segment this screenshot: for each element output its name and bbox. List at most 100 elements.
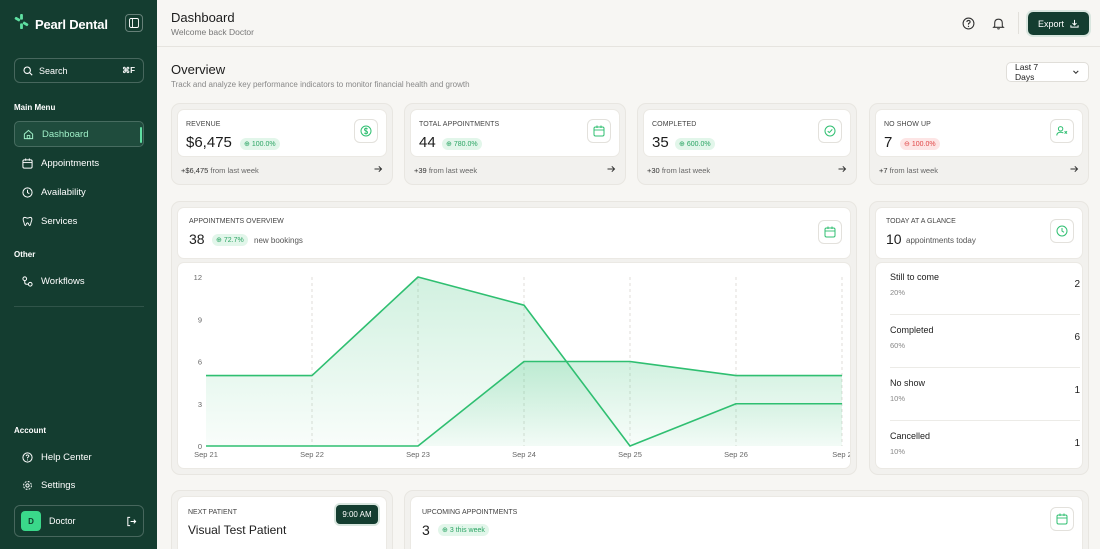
next-patient-inner: NEXT PATIENT Visual Test Patient 9:00 AM [177,496,387,549]
account-label: Account [14,426,46,435]
today-glance-card: TODAY AT A GLANCE 10 appointments today … [869,201,1089,475]
kpi-icon-button[interactable] [354,119,378,143]
check-circle-icon [824,125,836,137]
upcoming-badge-text: 3 this week [449,526,485,534]
clock-button[interactable] [1050,219,1074,243]
notifications-button[interactable] [990,15,1006,31]
calendar-button[interactable] [818,220,842,244]
arrow-up-icon: ⊕ [679,141,685,148]
kpi-card-revenue: REVENUE $6,475 ⊕ 100.0% +$6,475 from last… [171,103,393,185]
other-label: Other [14,250,36,259]
foot-value: +7 [879,166,888,175]
arrow-right-icon[interactable] [606,164,616,174]
glance-name: Completed [890,325,934,335]
change-value: 72.7% [223,236,244,244]
appointment-time-badge[interactable]: 9:00 AM [336,505,378,524]
list-item[interactable]: No show 10% 1 [890,369,1080,421]
glance-pct: 20% [890,288,906,297]
arrow-up-icon: ⊕ [216,237,222,244]
page-title: Dashboard [171,10,235,25]
logout-icon[interactable] [126,516,137,527]
sidebar-item-help-center[interactable]: Help Center [14,444,144,470]
home-icon [23,129,34,139]
list-item[interactable]: Completed 60% 6 [890,316,1080,368]
glance-header: TODAY AT A GLANCE 10 appointments today [875,207,1083,259]
kpi-value: $6,475 [186,134,232,151]
chart-header: APPOINTMENTS OVERVIEW 38 ⊕ 72.7% new book… [177,207,851,259]
arrow-right-icon[interactable] [1069,164,1079,174]
sidebar-item-label: Workflows [41,275,85,287]
x-tick-label: Sep 22 [300,450,324,459]
sidebar-item-availability[interactable]: Availability [14,179,144,205]
sidebar-item-services[interactable]: Services [14,208,144,234]
chart-area: 0 3 6 9 12 Sep 21 Sep 22 Sep 23 Sep 24 Sep 25 Sep … [177,262,851,469]
sidebar-item-label: Dashboard [42,128,89,140]
calendar-icon [824,226,836,238]
change-badge: ⊕ 600.0% [675,138,715,150]
upcoming-inner: UPCOMING APPOINTMENTS 3 ⊕ 3 this week [410,496,1083,549]
chart-card-value: 38 [189,231,205,247]
user-x-icon [1056,126,1068,136]
workflow-icon [22,275,33,287]
sidebar-item-workflows[interactable]: Workflows [14,268,144,294]
help-icon [962,17,974,29]
x-tick-label: Sep 26 [724,450,748,459]
chart-card-label: APPOINTMENTS OVERVIEW [189,218,284,225]
sidebar-item-appointments[interactable]: Appointments [14,150,144,176]
glance-list: Still to come 20% 2 Completed 60% 6 No s… [875,262,1083,469]
calendar-icon [22,157,33,169]
kpi-icon-button[interactable] [1050,119,1074,143]
arrow-right-icon[interactable] [373,164,383,174]
change-badge: ⊕ 100.0% [240,138,280,150]
page-subtitle: Welcome back Doctor [171,27,254,37]
kpi-value: 44 [419,134,436,151]
sidebar-item-label: Availability [41,186,86,198]
x-tick-label: Sep 24 [512,450,536,459]
sidebar-item-label: Help Center [41,451,92,463]
toolbar-divider [1018,12,1019,34]
sidebar-item-label: Settings [41,479,76,491]
glance-name: No show [890,378,926,388]
kpi-card-completed: COMPLETED 35 ⊕ 600.0% +30 from last week [637,103,857,185]
sidebar-collapse-button[interactable] [125,14,143,32]
user-name: Doctor [49,516,76,526]
export-button[interactable]: Export [1028,12,1089,35]
list-item[interactable]: Still to come 20% 2 [890,263,1080,315]
overview-subtitle: Track and analyze key performance indica… [171,80,470,89]
x-tick-label: Sep 23 [406,450,430,459]
next-patient-label: NEXT PATIENT [188,509,238,516]
bell-icon [991,18,1005,30]
sidebar: Pearl Dental Search ⌘F Main Menu Dashboa… [0,0,157,549]
y-tick-label: 3 [198,400,202,409]
user-card[interactable]: D Doctor [14,505,144,537]
help-button[interactable] [960,15,976,31]
glance-pct: 10% [890,447,906,456]
change-badge: ⊖ 100.0% [900,138,940,150]
kpi-icon-button[interactable] [818,119,842,143]
upcoming-label: UPCOMING APPOINTMENTS [422,509,518,516]
kpi-card-total-appointments: TOTAL APPOINTMENTS 44 ⊕ 780.0% +39 from l… [404,103,626,185]
kpi-value: 35 [652,134,669,151]
kpi-icon-button[interactable] [587,119,611,143]
upcoming-appointments-card: UPCOMING APPOINTMENTS 3 ⊕ 3 this week [404,490,1089,549]
search-box[interactable]: Search ⌘F [14,58,144,83]
sidebar-item-settings[interactable]: Settings [14,472,144,498]
change-value: 100.0% [251,140,276,148]
arrow-right-icon[interactable] [837,164,847,174]
x-tick-label: Sep 25 [618,450,642,459]
glance-count: 6 [1074,332,1080,343]
glance-count: 2 [1074,279,1080,290]
date-range-select[interactable]: Last 7 Days [1006,62,1089,82]
panel-icon [129,18,139,28]
y-tick-label: 6 [198,358,202,367]
glance-value: 10 [886,231,902,247]
appointments-chart: 036912Sep 21 Sep 22 Sep 23 Sep 24 Sep 25 Sep … [194,273,850,459]
kpi-card-no-show: NO SHOW UP 7 ⊖ 100.0% +7 from last week [869,103,1089,185]
arrow-up-icon: ⊕ [244,141,250,148]
sidebar-item-dashboard[interactable]: Dashboard [14,121,144,147]
arrow-up-icon: ⊕ [446,141,452,148]
brand[interactable]: Pearl Dental [14,14,108,34]
list-item[interactable]: Cancelled 10% 1 [890,422,1080,474]
upcoming-value: 3 [422,522,430,538]
calendar-button[interactable] [1050,507,1074,531]
